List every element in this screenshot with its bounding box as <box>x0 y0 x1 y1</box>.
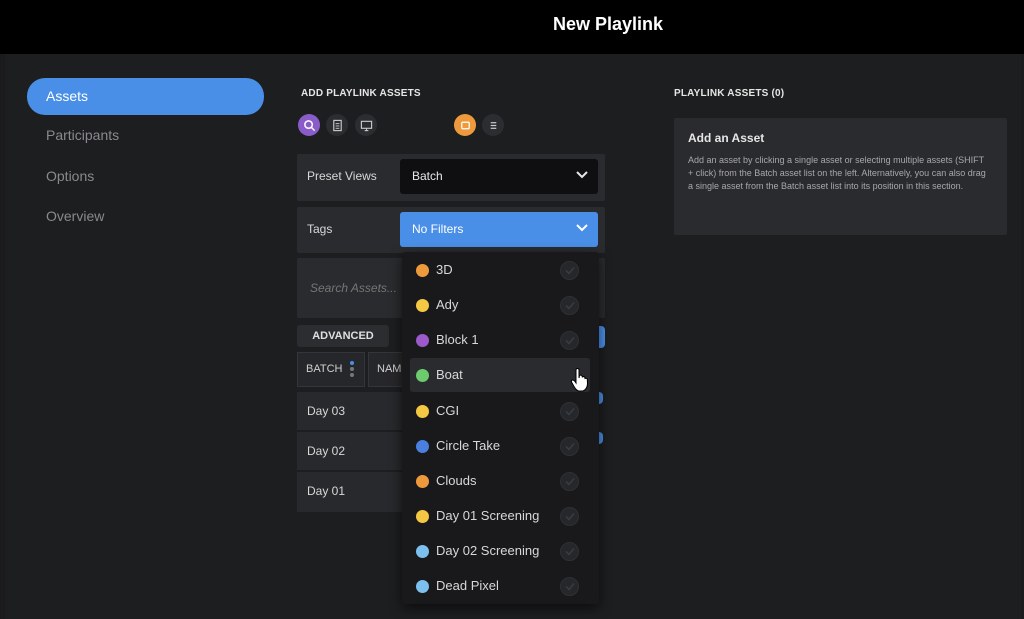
tags-label: Tags <box>307 222 333 236</box>
tag-option-dead-pixel[interactable]: Dead Pixel <box>410 569 590 603</box>
document-view-button[interactable] <box>326 114 348 136</box>
checkmark-icon[interactable] <box>560 296 579 315</box>
column-menu-icon[interactable] <box>350 361 354 379</box>
checkmark-icon[interactable] <box>560 402 579 421</box>
tag-option-label: Dead Pixel <box>436 578 499 593</box>
chevron-down-icon <box>576 171 588 179</box>
tag-option-label: Circle Take <box>436 438 501 453</box>
tag-option-day-01-screening[interactable]: Day 01 Screening <box>410 499 590 533</box>
checkmark-icon[interactable] <box>560 472 579 491</box>
checkmark-icon[interactable] <box>560 542 579 561</box>
tag-color-dot <box>416 545 429 558</box>
checkmark-icon[interactable] <box>560 577 579 596</box>
batch-row-day02[interactable]: Day 02 <box>297 432 405 470</box>
tag-option-label: Ady <box>436 297 459 312</box>
tag-option-clouds[interactable]: Clouds <box>410 464 590 498</box>
tag-option-ady[interactable]: Ady <box>410 288 590 322</box>
tag-option-boat[interactable]: Boat <box>410 358 590 392</box>
name-column-label: NAM <box>377 363 402 375</box>
grid-view-icon <box>460 121 470 129</box>
chevron-down-icon <box>576 224 588 232</box>
tag-option-label: 3D <box>436 262 453 277</box>
preset-views-label: Preset Views <box>307 169 377 183</box>
tag-option-cgi[interactable]: CGI <box>410 394 590 428</box>
batch-column-header[interactable]: BATCH <box>297 352 365 387</box>
add-asset-description: Add an asset by clicking a single asset … <box>688 155 986 191</box>
document-icon <box>332 119 342 131</box>
tag-option-label: Block 1 <box>436 332 479 347</box>
search-icon <box>303 119 315 131</box>
checkmark-icon[interactable] <box>560 507 579 526</box>
tag-color-dot <box>416 405 429 418</box>
window-title: New Playlink <box>552 14 664 34</box>
tag-option-block-1[interactable]: Block 1 <box>410 323 590 357</box>
batch-row-day03[interactable]: Day 03 <box>297 392 405 430</box>
tag-color-dot <box>416 580 429 593</box>
playlink-assets-title: PLAYLINK ASSETS (0) <box>674 88 785 99</box>
tag-option-label: Day 01 Screening <box>436 508 540 523</box>
tag-color-dot <box>416 440 429 453</box>
tag-option-3d[interactable]: 3D <box>410 253 590 287</box>
advanced-button[interactable]: ADVANCED <box>297 325 389 347</box>
tag-color-dot <box>416 334 429 347</box>
tags-dropdown: 3D Ady Block 1 Boat CGI Circle Take Clou… <box>402 252 599 604</box>
add-asset-empty-state: Add an Asset Add an asset by clicking a … <box>674 118 1007 235</box>
tag-option-label: CGI <box>436 403 460 418</box>
checkmark-icon[interactable] <box>560 437 579 456</box>
tag-option-label: Boat <box>436 367 463 382</box>
add-asset-heading: Add an Asset <box>688 131 765 145</box>
batch-column-label: BATCH <box>306 363 343 375</box>
checkmark-icon[interactable] <box>560 331 579 350</box>
add-assets-title: ADD PLAYLINK ASSETS <box>301 88 421 99</box>
sidebar-item-assets[interactable]: Assets <box>27 78 264 115</box>
hand-cursor-icon <box>570 368 589 392</box>
tags-select[interactable]: No Filters <box>400 212 598 247</box>
tag-color-dot <box>416 299 429 312</box>
tag-color-dot <box>416 475 429 488</box>
list-view-icon <box>490 121 496 129</box>
preset-views-select[interactable]: Batch <box>400 159 598 194</box>
sidebar-item-overview[interactable]: Overview <box>27 198 264 235</box>
tag-option-circle-take[interactable]: Circle Take <box>410 429 590 463</box>
title-bar: New Playlink <box>0 0 1024 54</box>
sidebar-item-participants[interactable]: Participants <box>27 117 264 154</box>
grid-view-button[interactable] <box>454 114 476 136</box>
tag-color-dot <box>416 264 429 277</box>
search-view-button[interactable] <box>298 114 320 136</box>
preset-views-value: Batch <box>412 169 443 183</box>
search-assets-input[interactable] <box>310 281 400 295</box>
tags-value: No Filters <box>412 222 464 236</box>
monitor-icon <box>360 120 372 131</box>
sidebar-item-options[interactable]: Options <box>27 158 264 195</box>
tag-option-label: Day 02 Screening <box>436 543 540 558</box>
tag-color-dot <box>416 510 429 523</box>
tag-color-dot <box>416 369 429 382</box>
list-view-button[interactable] <box>482 114 504 136</box>
batch-row-day01[interactable]: Day 01 <box>297 472 405 512</box>
name-column-header[interactable]: NAM <box>368 352 404 387</box>
tag-option-day-02-screening[interactable]: Day 02 Screening <box>410 534 590 568</box>
checkmark-icon[interactable] <box>560 261 579 280</box>
tag-option-label: Clouds <box>436 473 477 488</box>
monitor-view-button[interactable] <box>355 114 377 136</box>
